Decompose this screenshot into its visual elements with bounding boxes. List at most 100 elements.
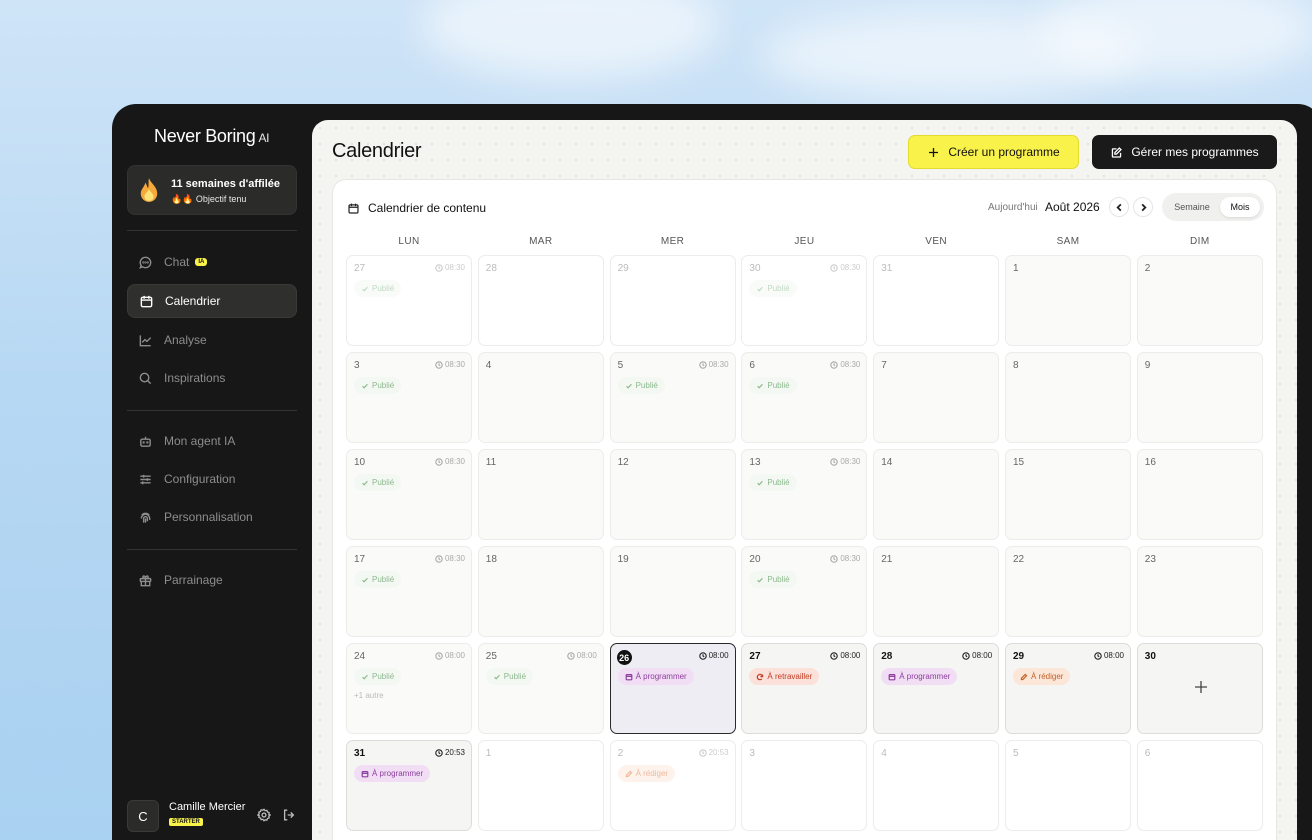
post-time-value: 20:53 <box>708 748 729 757</box>
calendar-day-cell[interactable]: 4 <box>873 740 1000 831</box>
status-badge[interactable]: Publié <box>749 571 797 588</box>
today-button[interactable]: Aujourd'hui <box>988 202 1038 213</box>
calendar-day-cell[interactable]: 1 <box>477 740 604 831</box>
status-badge[interactable]: Publié <box>354 571 402 588</box>
calendar-day-cell[interactable]: 10 08:30 Publié <box>346 449 472 540</box>
calendar-icon <box>348 203 359 214</box>
chevron-left-icon <box>1115 203 1121 211</box>
settings-icon[interactable] <box>257 808 271 822</box>
clock-icon <box>435 748 443 757</box>
more-posts-link[interactable]: +1 autre <box>354 691 384 700</box>
calendar-day-cell[interactable]: 30 08:30 Publié <box>741 255 868 346</box>
calendar-day-cell[interactable]: 27 08:30 Publié <box>346 255 472 346</box>
status-badge[interactable]: À rédiger <box>617 765 676 782</box>
calendar-day-cell[interactable]: 28 <box>477 255 604 346</box>
status-badge[interactable]: Publié <box>485 668 534 685</box>
clock-icon <box>435 360 443 369</box>
calendar-day-cell[interactable]: 5 08:30 Publié <box>609 352 736 443</box>
nav-label: Inspirations <box>164 371 226 385</box>
calendar-day-cell[interactable]: 2 20:53 À rédiger <box>609 740 736 831</box>
status-badge[interactable]: Publié <box>749 280 797 297</box>
calendar-day-cell[interactable]: 27 08:00 À retravailler <box>741 643 868 734</box>
calendar-day-cell[interactable]: 17 08:30 Publié <box>346 546 472 637</box>
add-post-icon[interactable] <box>1194 680 1208 694</box>
calendar-day-cell[interactable]: 22 <box>1005 546 1131 637</box>
status-badge[interactable]: Publié <box>749 474 797 491</box>
view-week-option[interactable]: Semaine <box>1167 197 1217 217</box>
calendar-day-cell[interactable]: 26 08:00 À programmer <box>609 643 736 734</box>
logout-icon[interactable] <box>282 808 296 822</box>
calendar-day-cell[interactable]: 20 08:30 Publié <box>741 546 868 637</box>
calendar-day-cell[interactable]: 6 08:30 Publié <box>741 352 868 443</box>
status-badge[interactable]: À retravailler <box>749 668 820 685</box>
calendar-day-cell[interactable]: 4 <box>477 352 604 443</box>
calendar-day-cell[interactable]: 23 <box>1136 546 1263 637</box>
status-badge[interactable]: Publié <box>749 377 797 394</box>
view-month-option[interactable]: Mois <box>1220 197 1260 217</box>
nav-item-personnalisation[interactable]: Personnalisation <box>127 500 297 534</box>
divider <box>127 410 297 411</box>
calendar-day-cell[interactable]: 30 <box>1136 643 1263 734</box>
calendar-day-cell[interactable]: 31 <box>873 255 1000 346</box>
calendar-day-cell[interactable]: 25 08:00 Publié <box>477 643 604 734</box>
status-label: À rédiger <box>1031 672 1064 681</box>
nav-item-parrainage[interactable]: Parrainage <box>127 563 297 597</box>
status-badge[interactable]: Publié <box>354 474 402 491</box>
post-time: 08:00 <box>567 651 597 660</box>
post-time-value: 08:00 <box>840 651 861 660</box>
calendar-day-cell[interactable]: 2 <box>1136 255 1263 346</box>
calendar-day-cell[interactable]: 6 <box>1136 740 1263 831</box>
status-badge[interactable]: Publié <box>354 668 402 685</box>
nav-item-chat[interactable]: Chat IA <box>127 245 297 279</box>
status-badge[interactable]: À programmer <box>617 668 694 685</box>
calendar-day-cell[interactable]: 5 <box>1005 740 1131 831</box>
status-badge[interactable]: À programmer <box>881 668 958 685</box>
calendar-day-cell[interactable]: 8 <box>1005 352 1131 443</box>
status-badge[interactable]: À programmer <box>354 765 431 782</box>
calendar-day-cell[interactable]: 29 <box>609 255 736 346</box>
post-time-value: 08:00 <box>1103 651 1124 660</box>
status-badge[interactable]: Publié <box>354 280 402 297</box>
calendar-day-cell[interactable]: 3 <box>741 740 868 831</box>
chevron-right-icon <box>1141 203 1147 211</box>
post-time-value: 08:00 <box>708 651 729 660</box>
avatar[interactable]: C <box>127 800 159 832</box>
calendar-day-cell[interactable]: 18 <box>477 546 604 637</box>
calendar-day-cell[interactable]: 21 <box>873 546 1000 637</box>
calendar-day-cell[interactable]: 31 20:53 À programmer <box>346 740 472 831</box>
search-icon <box>139 372 152 384</box>
day-number: 2 <box>617 748 624 759</box>
status-badge[interactable]: Publié <box>617 377 665 394</box>
nav-item-inspirations[interactable]: Inspirations <box>127 361 297 395</box>
calendar-day-cell[interactable]: 3 08:30 Publié <box>346 352 472 443</box>
create-program-button[interactable]: Créer un programme <box>908 135 1079 169</box>
calendar-day-cell[interactable]: 14 <box>873 449 1000 540</box>
pen-icon <box>625 770 633 777</box>
calendar-day-cell[interactable]: 28 08:00 À programmer <box>873 643 1000 734</box>
calendar-day-cell[interactable]: 12 <box>609 449 736 540</box>
prev-month-button[interactable] <box>1109 197 1129 217</box>
post-time: 08:00 <box>435 651 465 660</box>
next-month-button[interactable] <box>1133 197 1153 217</box>
status-badge[interactable]: Publié <box>354 377 402 394</box>
nav-item-agent[interactable]: Mon agent IA <box>127 424 297 458</box>
nav-item-analyse[interactable]: Analyse <box>127 323 297 357</box>
calendar-day-cell[interactable]: 11 <box>477 449 604 540</box>
status-badge[interactable]: À rédiger <box>1013 668 1071 685</box>
calendar-day-cell[interactable]: 9 <box>1136 352 1263 443</box>
manage-programs-button[interactable]: Gérer mes programmes <box>1092 135 1277 169</box>
nav-item-configuration[interactable]: Configuration <box>127 462 297 496</box>
nav-label: Personnalisation <box>164 510 253 524</box>
calendar-day-cell[interactable]: 15 <box>1005 449 1131 540</box>
calendar-day-cell[interactable]: 29 08:00 À rédiger <box>1005 643 1131 734</box>
clock-icon <box>830 263 839 272</box>
calendar-day-cell[interactable]: 16 <box>1136 449 1263 540</box>
check-icon <box>362 383 368 389</box>
calendar-day-cell[interactable]: 24 08:00 Publié +1 autre <box>346 643 472 734</box>
calendar-day-cell[interactable]: 13 08:30 Publié <box>741 449 868 540</box>
calendar-day-cell[interactable]: 1 <box>1005 255 1131 346</box>
calendar-day-cell[interactable]: 7 <box>873 352 1000 443</box>
nav-item-calendrier[interactable]: Calendrier <box>127 284 297 318</box>
day-number: 6 <box>1144 748 1151 759</box>
calendar-day-cell[interactable]: 19 <box>609 546 736 637</box>
